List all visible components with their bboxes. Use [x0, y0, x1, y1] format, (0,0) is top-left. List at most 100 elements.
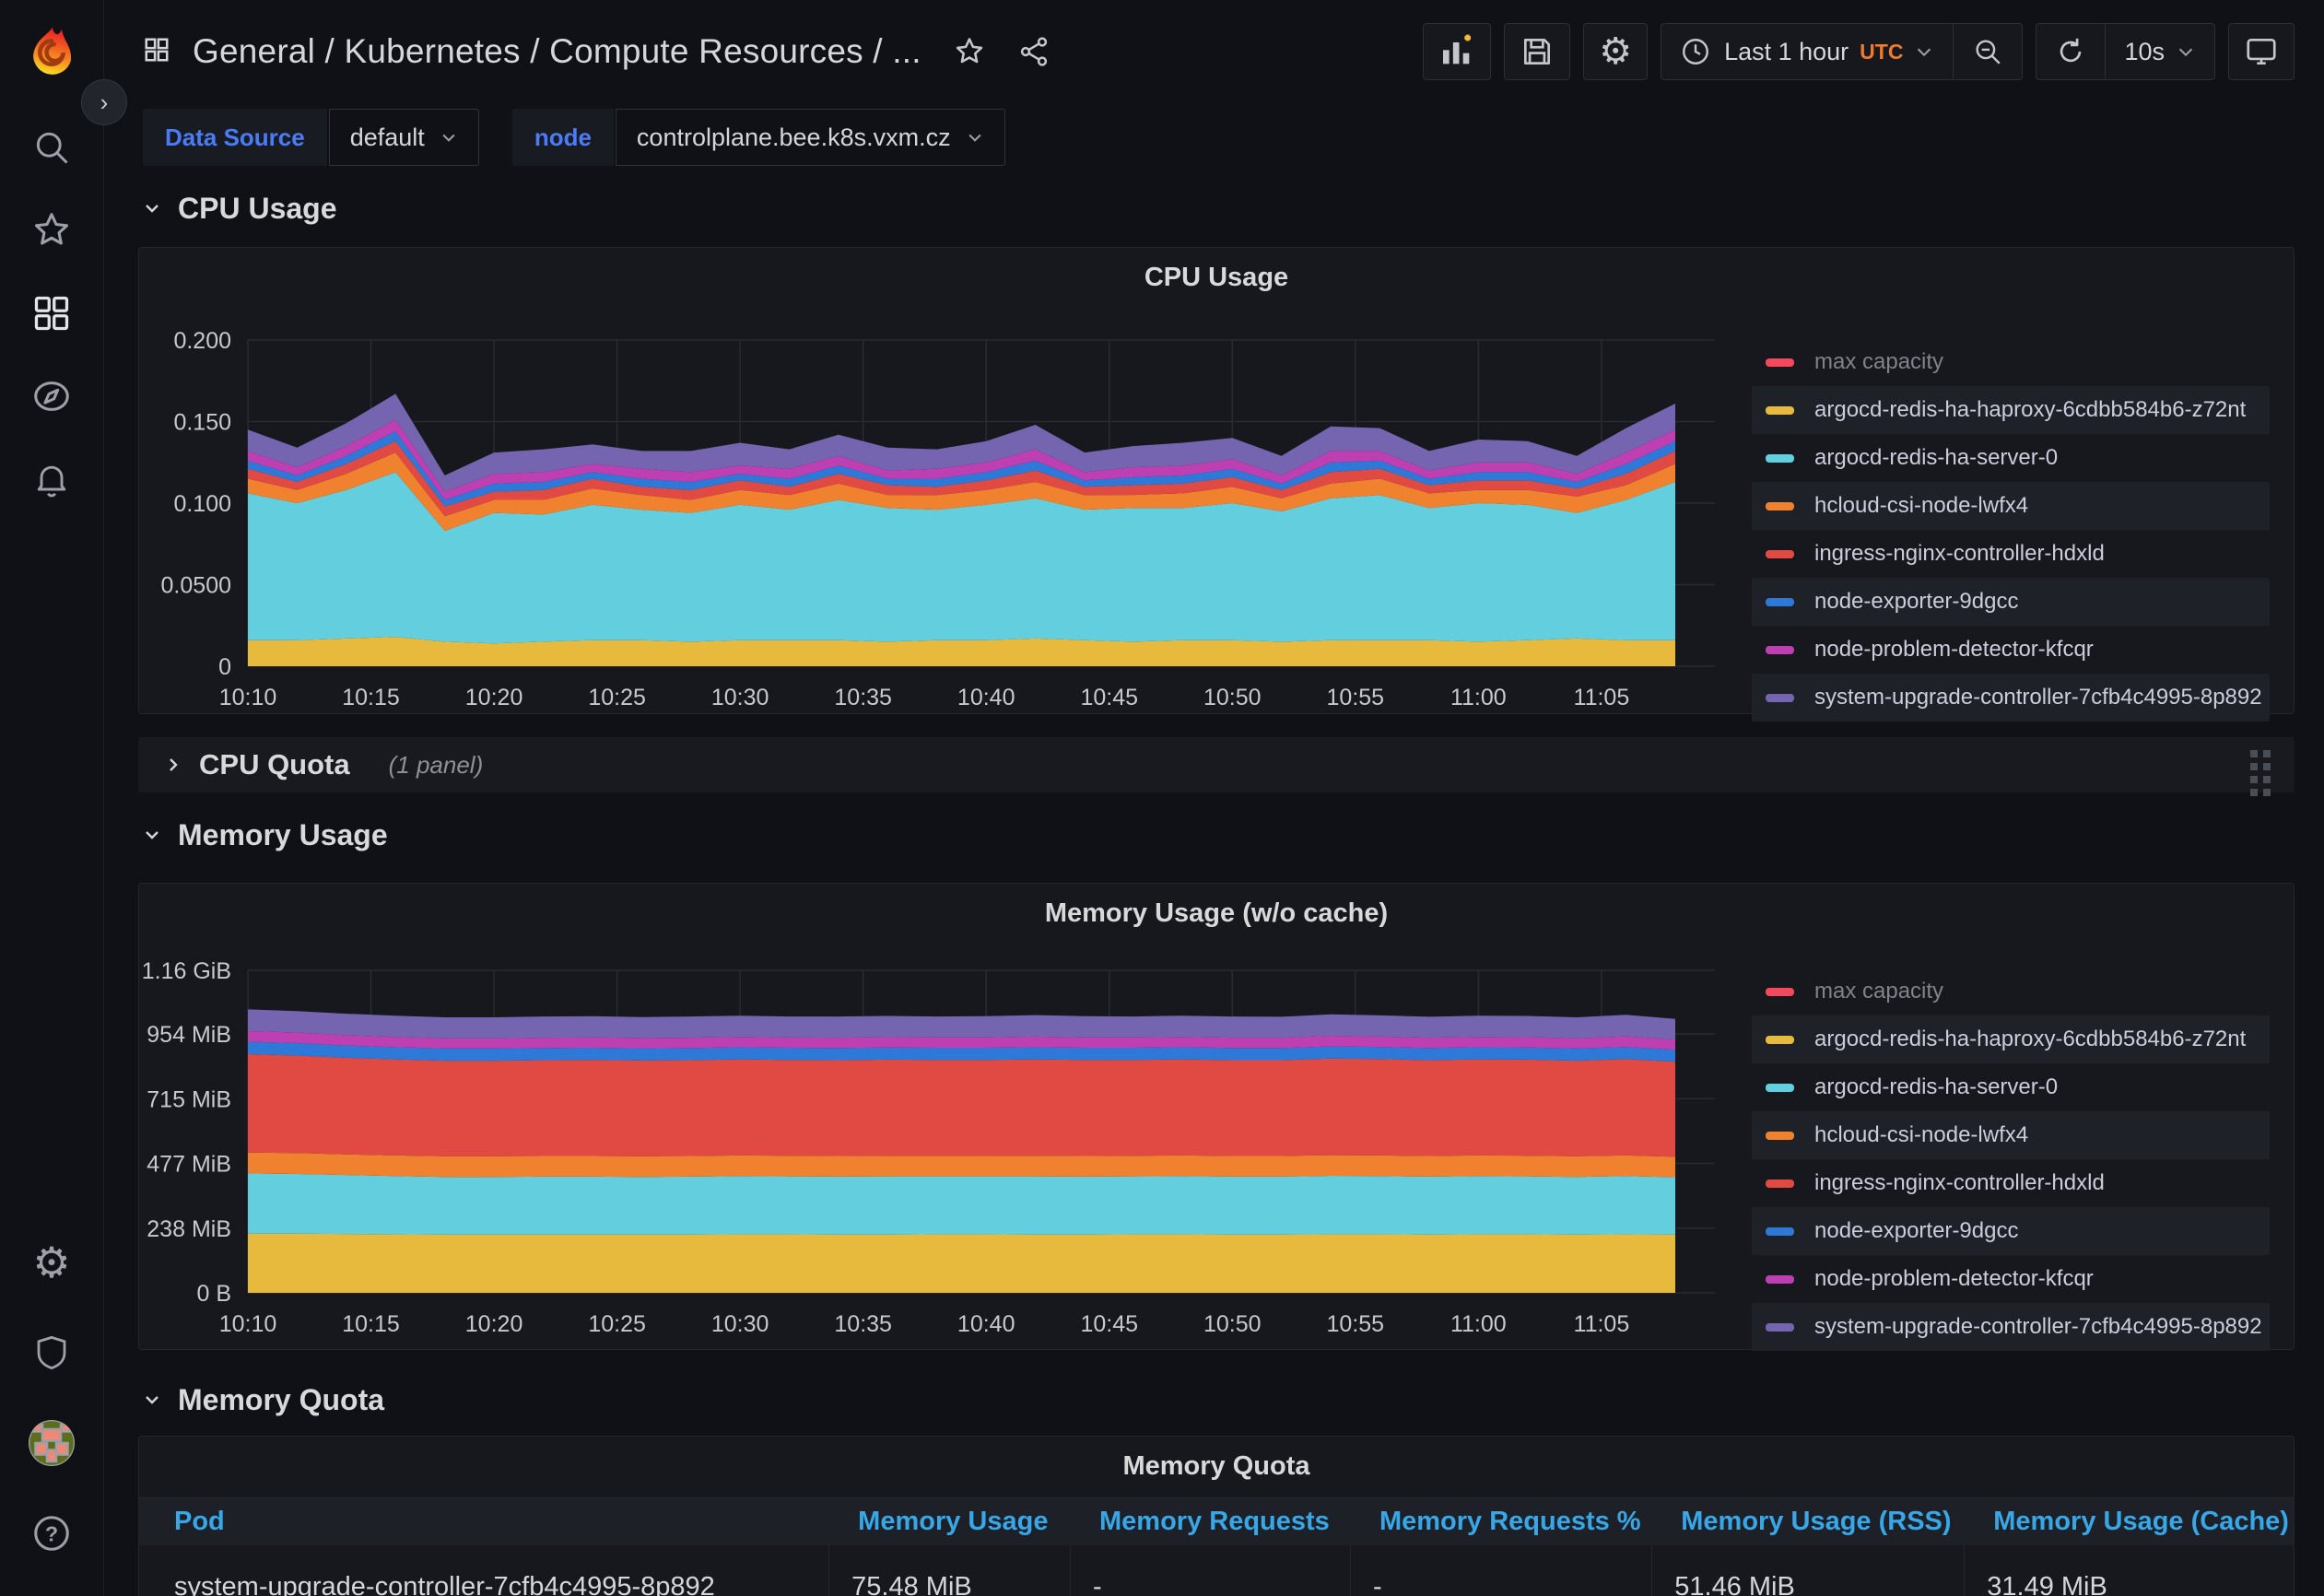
section-cpu-quota[interactable]: CPU Quota (1 panel) [138, 737, 2295, 792]
legend-swatch [1766, 598, 1794, 606]
save-dashboard-button[interactable] [1504, 23, 1570, 80]
main-content: General / Kubernetes / Compute Resources… [104, 0, 2324, 1596]
datasource-label[interactable]: Data Source [143, 109, 327, 166]
column-header[interactable]: Memory Usage (Cache) [1964, 1498, 2294, 1545]
legend-item[interactable]: node-exporter-9dgcc [1752, 578, 2270, 626]
legend-item[interactable]: ingress-nginx-controller-hdxld [1752, 530, 2270, 578]
legend-item[interactable]: ingress-nginx-controller-hdxld [1752, 1159, 2270, 1207]
svg-text:10:20: 10:20 [465, 685, 523, 710]
svg-text:10:10: 10:10 [219, 685, 277, 710]
dashboard-toolbar: ⚙ Last 1 hour UTC [1423, 23, 2295, 80]
share-icon[interactable] [1017, 35, 1050, 68]
admin-shield-icon[interactable] [18, 1327, 85, 1379]
svg-text:238 MiB: 238 MiB [147, 1216, 231, 1242]
table-header-row: PodMemory UsageMemory RequestsMemory Req… [139, 1497, 2294, 1545]
refresh-group: 10s [2036, 23, 2215, 80]
legend-swatch [1766, 694, 1794, 702]
datasource-value-dropdown[interactable]: default [329, 109, 479, 166]
legend-label: system-upgrade-controller-7cfb4c4995-8p8… [1814, 1314, 2262, 1340]
zoom-out-button[interactable] [1953, 24, 2022, 79]
legend-item[interactable]: system-upgrade-controller-7cfb4c4995-8p8… [1752, 1303, 2270, 1351]
drag-handle[interactable] [2250, 750, 2271, 796]
add-panel-button[interactable] [1423, 23, 1491, 80]
svg-text:10:40: 10:40 [957, 1311, 1015, 1337]
column-header[interactable]: Memory Requests % [1350, 1498, 1651, 1545]
column-header[interactable]: Memory Requests [1070, 1498, 1350, 1545]
legend-item[interactable]: max capacity [1752, 338, 2270, 386]
chevron-down-icon [1914, 41, 1934, 62]
section-cpu-usage[interactable]: CPU Usage [141, 189, 2324, 228]
svg-text:10:50: 10:50 [1203, 1311, 1262, 1337]
starred-icon[interactable] [18, 205, 85, 256]
svg-text:10:55: 10:55 [1327, 685, 1385, 710]
sidebar-expand-button[interactable]: › [81, 79, 127, 125]
search-icon[interactable] [18, 122, 85, 173]
legend-item[interactable]: node-exporter-9dgcc [1752, 1207, 2270, 1255]
svg-text:0.150: 0.150 [173, 410, 231, 436]
explore-compass-icon[interactable] [18, 370, 85, 422]
panel-title[interactable]: Memory Quota [139, 1451, 2294, 1482]
settings-gear-icon[interactable]: ⚙ [18, 1237, 85, 1288]
legend-item[interactable]: system-upgrade-controller-7cfb4c4995-8p8… [1752, 674, 2270, 722]
svg-text:954 MiB: 954 MiB [147, 1022, 231, 1048]
refresh-interval-picker[interactable]: 10s [2105, 24, 2214, 79]
legend-label: argocd-redis-ha-haproxy-6cdbb584b6-z72nt [1814, 1027, 2246, 1052]
legend-label: argocd-redis-ha-server-0 [1814, 445, 2058, 471]
memory-usage-panel: Memory Usage (w/o cache) 0 B238 MiB477 M… [138, 883, 2295, 1350]
memory-legend: max capacity argocd-redis-ha-haproxy-6cdb… [1752, 968, 2270, 1351]
legend-swatch [1766, 1227, 1794, 1236]
legend-item[interactable]: hcloud-csi-node-lwfx4 [1752, 1111, 2270, 1159]
svg-text:11:00: 11:00 [1450, 1311, 1507, 1337]
breadcrumb[interactable]: General / Kubernetes / Compute Resources… [193, 32, 921, 71]
legend-item[interactable]: node-problem-detector-kfcqr [1752, 626, 2270, 674]
column-header[interactable]: Memory Usage [828, 1498, 1070, 1545]
chevron-down-icon [141, 1389, 163, 1411]
svg-text:11:00: 11:00 [1450, 685, 1507, 710]
section-memory-quota[interactable]: Memory Quota [141, 1380, 2324, 1419]
dashboard-settings-button[interactable]: ⚙ [1583, 23, 1648, 80]
svg-text:10:20: 10:20 [465, 1311, 523, 1337]
chevron-down-icon [440, 128, 458, 147]
svg-text:0.0500: 0.0500 [161, 573, 231, 599]
page-header: General / Kubernetes / Compute Resources… [104, 0, 2324, 103]
node-variable: node controlplane.bee.k8s.vxm.cz [512, 109, 1005, 166]
alerting-bell-icon[interactable] [18, 453, 85, 505]
kiosk-mode-button[interactable] [2228, 23, 2295, 80]
legend-item[interactable]: argocd-redis-ha-server-0 [1752, 1063, 2270, 1111]
grafana-logo[interactable] [25, 26, 78, 79]
svg-text:10:25: 10:25 [588, 1311, 646, 1337]
time-range-picker[interactable]: Last 1 hour UTC [1661, 24, 1953, 79]
legend-swatch [1766, 1084, 1794, 1092]
table-cell: - [1350, 1545, 1651, 1596]
chevron-down-icon [141, 824, 163, 846]
svg-text:10:45: 10:45 [1080, 685, 1138, 710]
node-label[interactable]: node [512, 109, 614, 166]
legend-item[interactable]: node-problem-detector-kfcqr [1752, 1255, 2270, 1303]
legend-swatch [1766, 1323, 1794, 1332]
table-cell: - [1070, 1545, 1350, 1596]
legend-item[interactable]: argocd-redis-ha-haproxy-6cdbb584b6-z72nt [1752, 1015, 2270, 1063]
help-icon[interactable]: ? [18, 1508, 85, 1559]
legend-swatch [1766, 1132, 1794, 1140]
column-header[interactable]: Pod [139, 1498, 828, 1545]
svg-text:10:35: 10:35 [834, 685, 892, 710]
svg-text:11:05: 11:05 [1574, 685, 1630, 710]
legend-item[interactable]: argocd-redis-ha-server-0 [1752, 434, 2270, 482]
sidebar-item-dashboards[interactable] [18, 288, 85, 339]
cpu-usage-panel: CPU Usage 00.05000.1000.1500.20010:1010:… [138, 247, 2295, 714]
column-header[interactable]: Memory Usage (RSS) [1651, 1498, 1964, 1545]
legend-label: argocd-redis-ha-server-0 [1814, 1074, 2058, 1100]
node-value-dropdown[interactable]: controlplane.bee.k8s.vxm.cz [616, 109, 1005, 166]
legend-item[interactable]: hcloud-csi-node-lwfx4 [1752, 482, 2270, 530]
star-icon[interactable] [953, 35, 986, 68]
legend-label: max capacity [1814, 979, 1943, 1004]
user-avatar[interactable] [18, 1417, 85, 1469]
legend-item[interactable]: argocd-redis-ha-haproxy-6cdbb584b6-z72nt [1752, 386, 2270, 434]
legend-swatch [1766, 406, 1794, 415]
svg-text:10:30: 10:30 [711, 685, 769, 710]
refresh-button[interactable] [2036, 24, 2105, 79]
chevron-right-icon [162, 754, 184, 776]
legend-item[interactable]: max capacity [1752, 968, 2270, 1015]
legend-swatch [1766, 1275, 1794, 1284]
section-memory-usage[interactable]: Memory Usage [141, 816, 2324, 854]
